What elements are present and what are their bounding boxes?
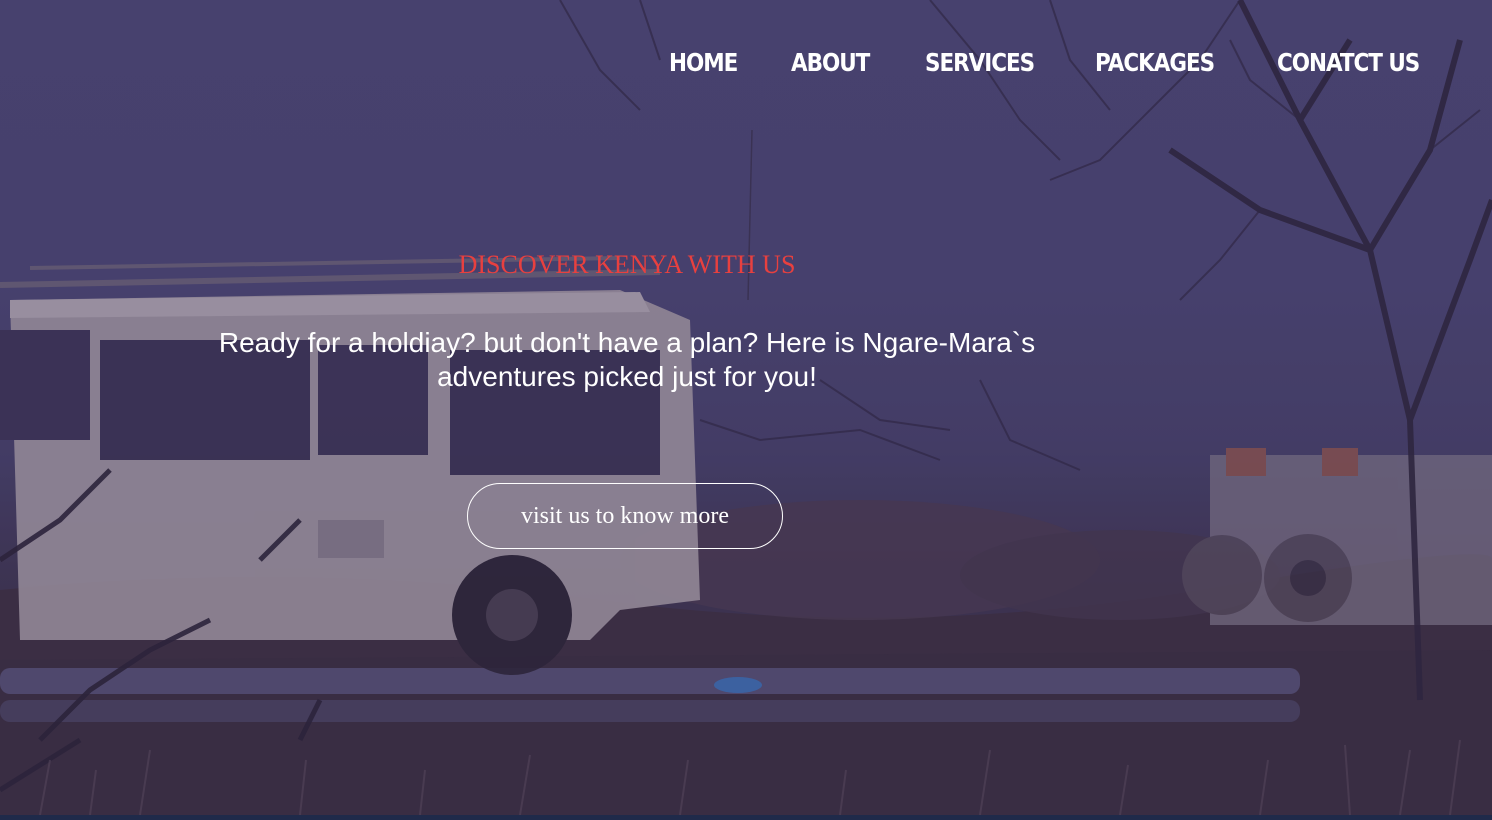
nav-item-services[interactable]: SERVICES — [925, 44, 1035, 82]
nav-item-about[interactable]: ABOUT — [791, 44, 870, 82]
hero-color-overlay — [0, 0, 1492, 815]
hero-section — [0, 0, 1492, 815]
hero-tagline: DISCOVER KENYA WITH US — [458, 250, 796, 279]
nav-item-contact[interactable]: CONATCT US — [1277, 44, 1420, 82]
page-bottom-border — [0, 815, 1492, 820]
nav-item-home[interactable]: HOME — [669, 44, 738, 82]
visit-us-button[interactable]: visit us to know more — [467, 483, 783, 549]
hero-headline: Ready for a holdiay? but don't have a pl… — [218, 327, 1036, 392]
nav-item-packages[interactable]: PACKAGES — [1095, 44, 1215, 82]
main-navigation: HOME ABOUT SERVICES PACKAGES CONATCT US — [669, 44, 1442, 82]
